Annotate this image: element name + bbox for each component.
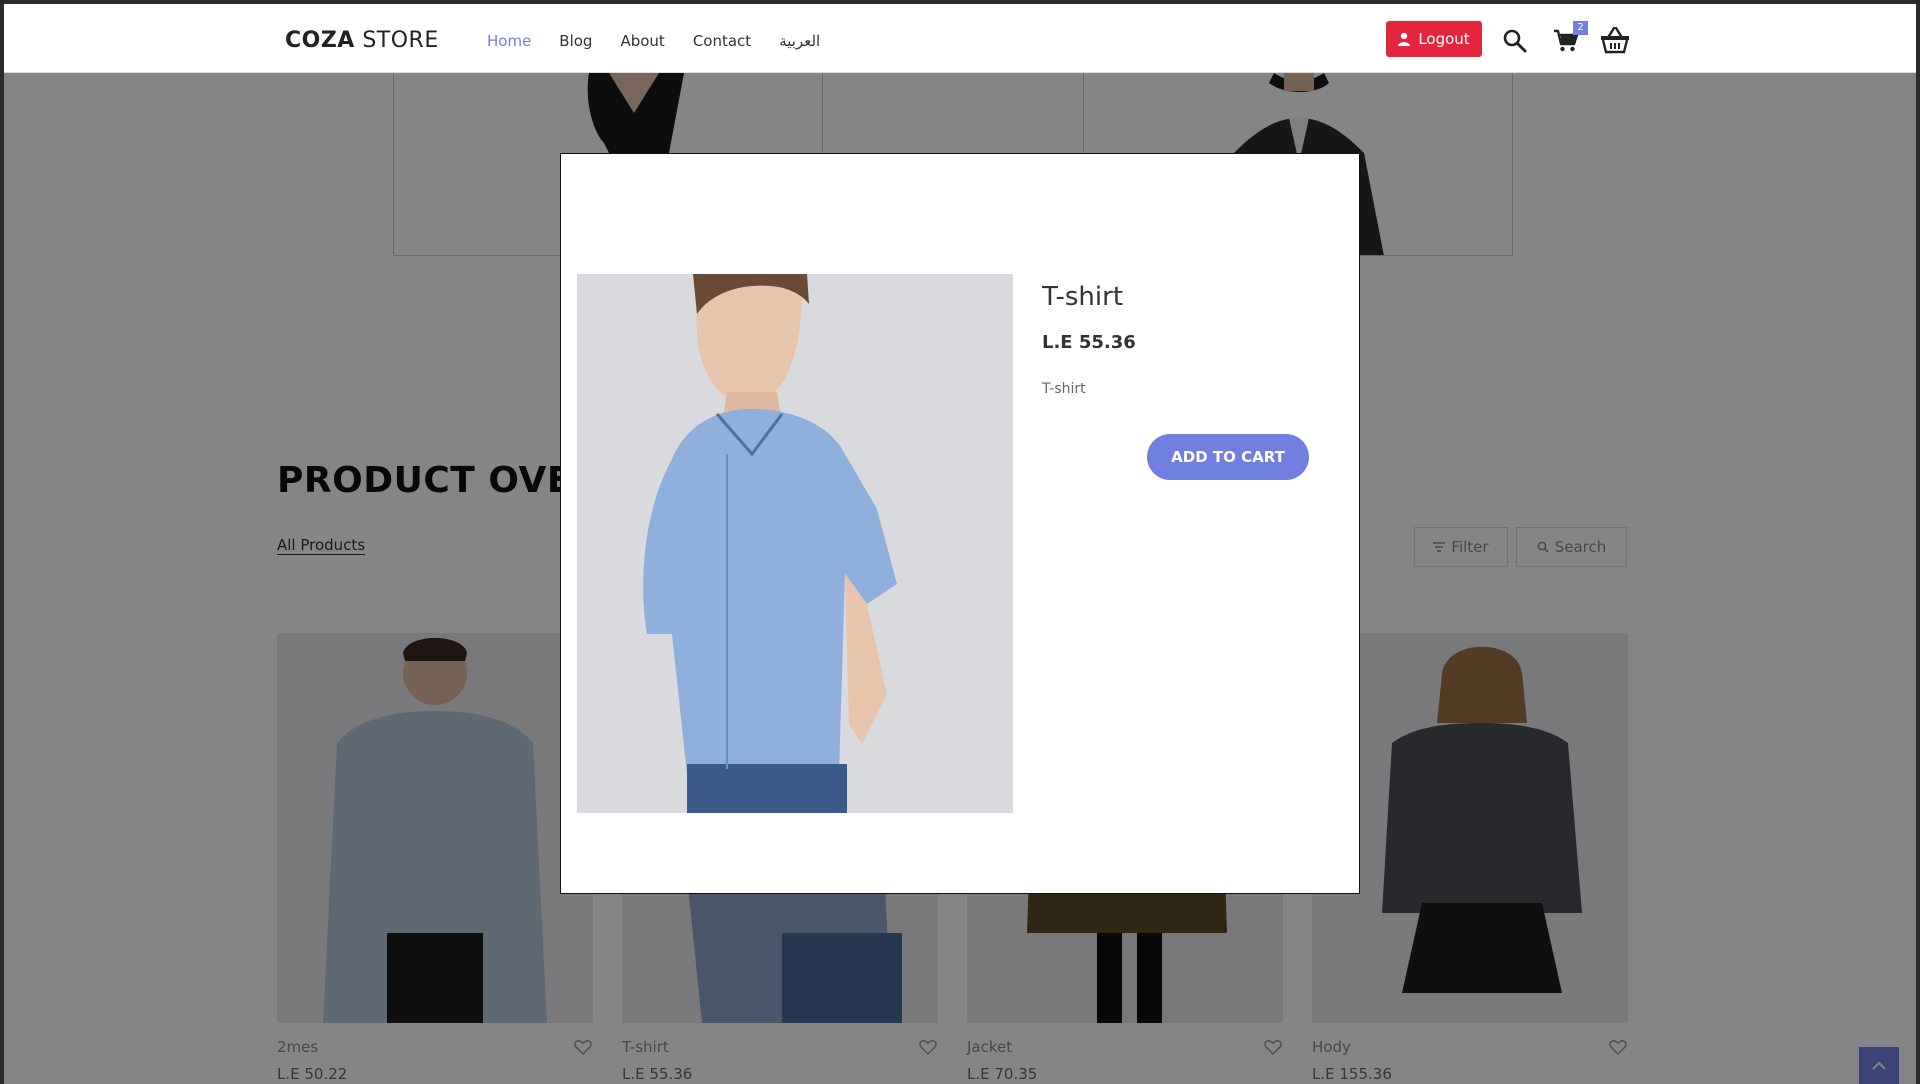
modal-product-price: L.E 55.36	[1042, 332, 1136, 353]
nav-blog[interactable]: Blog	[559, 32, 592, 50]
nav-about[interactable]: About	[620, 32, 664, 50]
cart-count-badge: 2	[1573, 21, 1588, 35]
logout-label: Logout	[1418, 30, 1470, 48]
search-icon[interactable]	[1502, 28, 1528, 54]
nav-home[interactable]: Home	[487, 32, 531, 50]
window-border-left	[0, 0, 4, 1084]
logout-button[interactable]: Logout	[1386, 21, 1482, 57]
main-nav: Home Blog About Contact العربية	[487, 32, 820, 50]
window-border-right	[1916, 0, 1920, 1084]
site-header: COZA STORE Home Blog About Contact العرب…	[0, 0, 1920, 73]
basket-icon[interactable]	[1600, 26, 1630, 54]
user-icon	[1398, 32, 1411, 46]
modal-product-title: T-shirt	[1042, 282, 1124, 312]
modal-product-image	[577, 274, 1013, 813]
nav-contact[interactable]: Contact	[693, 32, 751, 50]
quick-view-modal: T-shirt L.E 55.36 T-shirt ADD TO CART	[560, 153, 1360, 894]
modal-product-description: T-shirt	[1042, 381, 1086, 397]
site-logo[interactable]: COZA STORE	[285, 28, 439, 53]
add-to-cart-button[interactable]: ADD TO CART	[1147, 434, 1309, 480]
nav-arabic[interactable]: العربية	[779, 32, 820, 50]
